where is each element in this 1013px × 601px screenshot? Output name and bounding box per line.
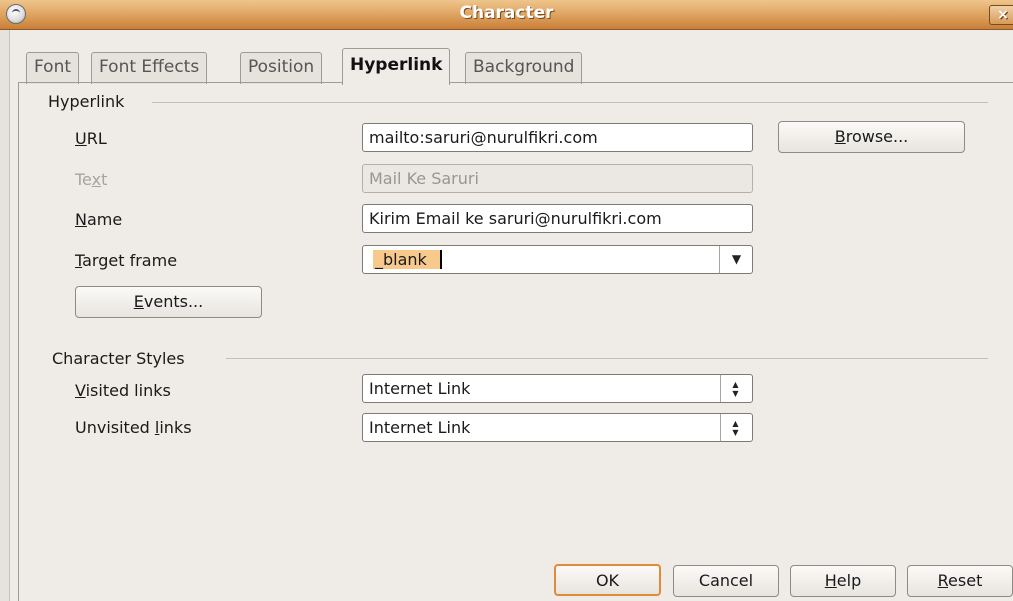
- character-styles-section-rule: [226, 358, 988, 359]
- tab-font-effects[interactable]: Font Effects: [91, 52, 208, 84]
- spin-arrows-icon[interactable]: ▲ ▼: [720, 375, 750, 402]
- hyperlink-section-rule: [152, 102, 988, 103]
- events-button[interactable]: Events...: [75, 286, 262, 318]
- name-input[interactable]: Kirim Email ke saruri@nurulfikri.com: [362, 204, 753, 233]
- tab-position[interactable]: Position: [240, 52, 323, 84]
- tab-background[interactable]: Background: [465, 52, 583, 84]
- cancel-button[interactable]: Cancel: [673, 565, 779, 597]
- url-input[interactable]: mailto:saruri@nurulfikri.com: [362, 123, 753, 152]
- help-button[interactable]: Help: [790, 565, 896, 597]
- unvisited-links-value: Internet Link: [369, 418, 471, 437]
- visited-links-label: Visited links: [75, 381, 171, 400]
- target-frame-label: Target frame: [75, 251, 178, 270]
- visited-links-value: Internet Link: [369, 379, 471, 398]
- ok-button[interactable]: OK: [554, 564, 661, 596]
- character-styles-section-title: Character Styles: [52, 349, 185, 368]
- tab-font[interactable]: Font: [26, 52, 80, 84]
- unvisited-links-label: Unvisited links: [75, 418, 192, 437]
- window-title: Character: [459, 3, 554, 23]
- visited-links-select[interactable]: Internet Link ▲ ▼: [362, 374, 753, 403]
- target-frame-value: _blank: [375, 250, 427, 269]
- name-label: Name: [75, 210, 123, 229]
- text-label: Text: [75, 170, 108, 189]
- tab-panel: [18, 82, 1013, 601]
- tab-hyperlink[interactable]: Hyperlink: [342, 48, 451, 85]
- chevron-down-icon[interactable]: ▼: [719, 246, 752, 273]
- target-frame-combobox[interactable]: _blank ▼: [362, 245, 753, 274]
- url-label: URL: [75, 129, 107, 148]
- spin-arrows-icon[interactable]: ▲ ▼: [720, 414, 750, 441]
- window-edge: [0, 30, 10, 601]
- reset-button[interactable]: Reset: [907, 565, 1013, 597]
- unvisited-links-select[interactable]: Internet Link ▲ ▼: [362, 413, 753, 442]
- browse-button[interactable]: Browse...: [778, 121, 965, 153]
- text-caret: [440, 250, 442, 269]
- close-icon[interactable]: ×: [989, 5, 1013, 25]
- hyperlink-section-title: Hyperlink: [48, 92, 125, 111]
- text-input: Mail Ke Saruri: [362, 164, 753, 193]
